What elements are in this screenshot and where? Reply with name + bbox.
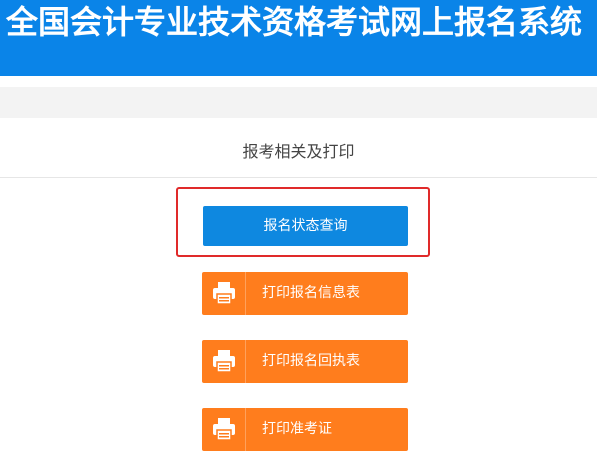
printer-icon: [202, 272, 246, 315]
print-info-label: 打印报名信息表: [262, 285, 360, 301]
page-title: 全国会计专业技术资格考试网上报名系统: [6, 3, 583, 41]
divider: [0, 177, 597, 178]
section-title: 报考相关及打印: [242, 142, 355, 161]
toolbar-strip: [0, 87, 597, 118]
print-admission-label: 打印准考证: [262, 421, 332, 437]
print-receipt-button[interactable]: 打印报名回执表: [202, 340, 408, 383]
print-info-button[interactable]: 打印报名信息表: [202, 272, 408, 315]
print-receipt-label: 打印报名回执表: [262, 353, 360, 369]
printer-icon: [202, 340, 246, 383]
printer-icon: [202, 408, 246, 451]
header-banner: 全国会计专业技术资格考试网上报名系统: [0, 0, 597, 76]
print-admission-button[interactable]: 打印准考证: [202, 408, 408, 451]
status-query-button[interactable]: 报名状态查询: [203, 206, 408, 246]
